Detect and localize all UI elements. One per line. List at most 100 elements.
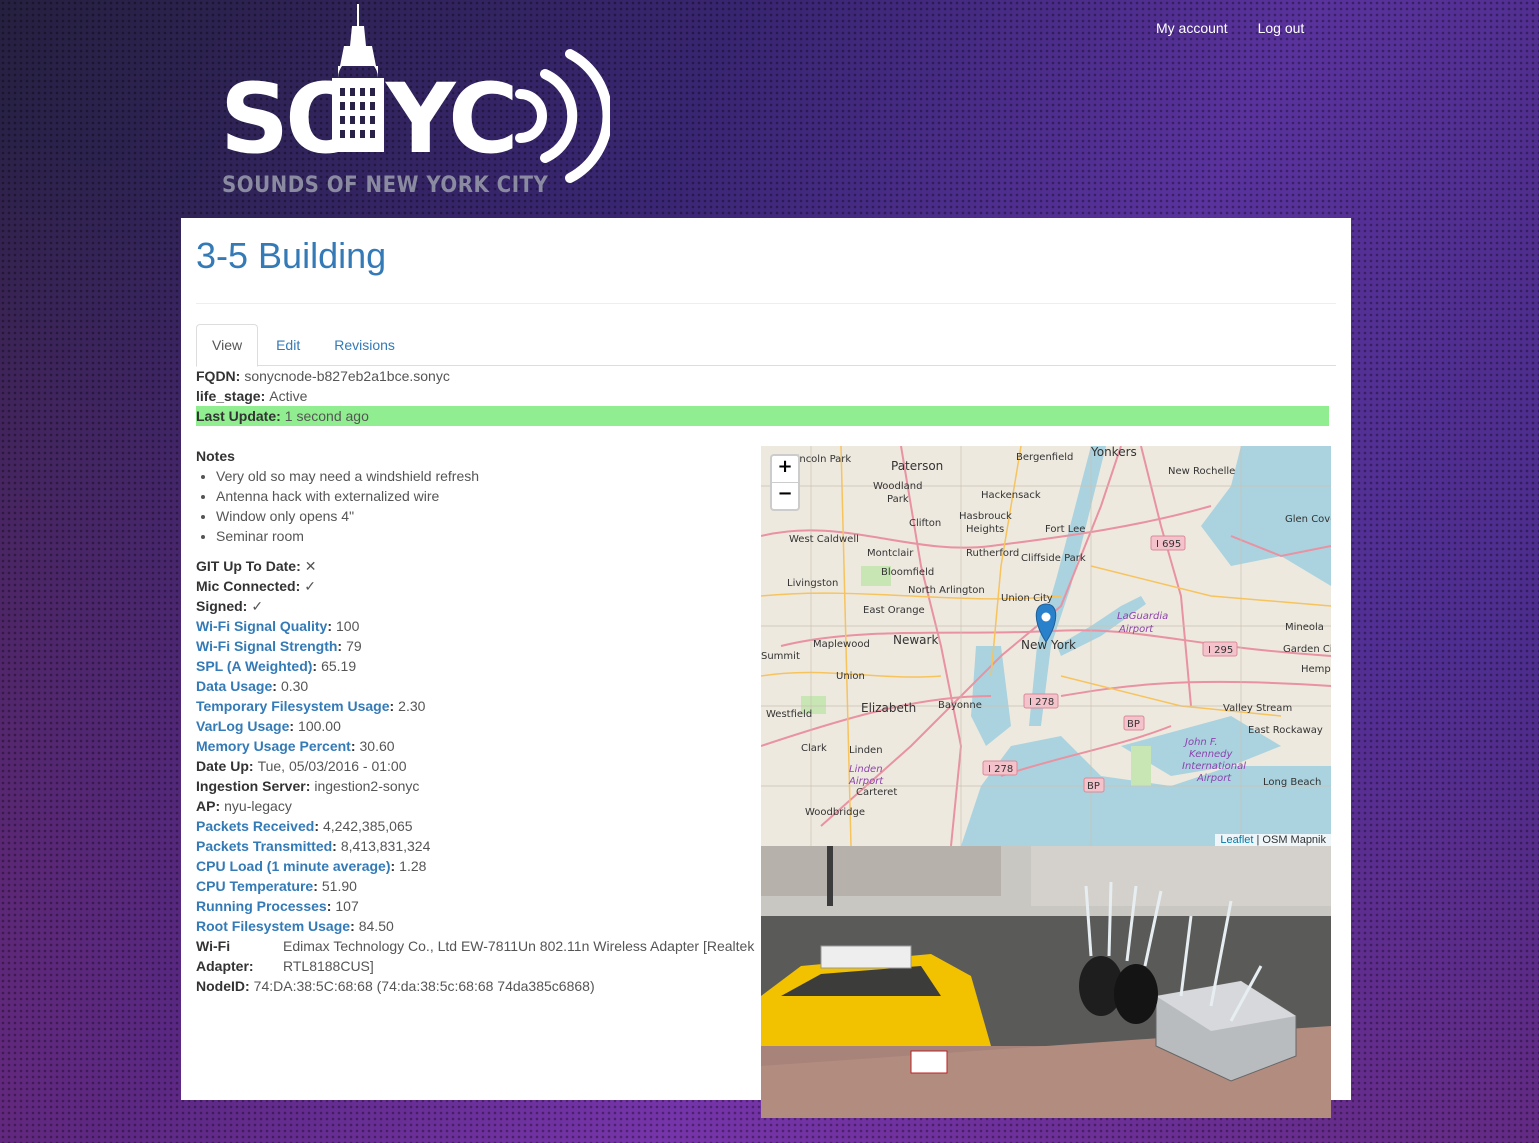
root-fs-link[interactable]: Root Filesystem Usage <box>196 918 350 934</box>
tab-revisions[interactable]: Revisions <box>318 324 411 366</box>
mic-label: Mic Connected: <box>196 578 301 594</box>
varlog-field: VarLog Usage: 100.00 <box>196 718 341 734</box>
cpu-load-link[interactable]: CPU Load (1 minute average) <box>196 858 391 874</box>
date-up-label: Date Up: <box>196 758 254 774</box>
tmpfs-link[interactable]: Temporary Filesystem Usage <box>196 698 390 714</box>
svg-text:Bloomfield: Bloomfield <box>881 567 934 578</box>
location-map[interactable]: + − Lincoln Park Paterson Bergenfield Yo… <box>761 446 1331 846</box>
svg-text:East Rockaway: East Rockaway <box>1248 725 1323 736</box>
wifi-quality-value: 100 <box>336 618 360 634</box>
node-details: Notes Very old so may need a windshield … <box>196 446 766 1121</box>
svg-text:Hempstead: Hempstead <box>1301 664 1331 675</box>
svg-text:Woodbridge: Woodbridge <box>805 807 865 818</box>
signed-field: Signed: ✓ <box>196 596 766 616</box>
signed-label: Signed: <box>196 598 248 614</box>
processes-link[interactable]: Running Processes <box>196 898 327 914</box>
packets-tx-value: 8,413,831,324 <box>340 838 431 854</box>
life-stage-value: Active <box>269 388 308 404</box>
life-stage-field: life_stage: Active <box>196 386 1336 406</box>
date-up-value: Tue, 05/03/2016 - 01:00 <box>257 758 407 774</box>
processes-value: 107 <box>335 898 359 914</box>
svg-text:Cliffside Park: Cliffside Park <box>1021 553 1086 564</box>
memory-value: 30.60 <box>359 738 395 754</box>
cpu-load-field: CPU Load (1 minute average): 1.28 <box>196 858 427 874</box>
svg-text:LaGuardia: LaGuardia <box>1117 611 1168 622</box>
fqdn-value: sonycnode-b827eb2a1bce.sonyc <box>244 368 450 384</box>
spl-value: 65.19 <box>321 658 357 674</box>
memory-link[interactable]: Memory Usage Percent <box>196 738 351 754</box>
cpu-temp-value: 51.90 <box>321 878 357 894</box>
fqdn-field: FQDN: sonycnode-b827eb2a1bce.sonyc <box>196 366 1336 386</box>
marker-label: New York <box>1021 638 1076 652</box>
svg-text:Fort Lee: Fort Lee <box>1045 524 1085 535</box>
ap-field: AP: nyu-legacy <box>196 796 766 816</box>
note-item: Seminar room <box>216 526 766 546</box>
svg-text:Woodland: Woodland <box>873 481 922 492</box>
data-usage-link[interactable]: Data Usage <box>196 678 272 694</box>
packets-tx-link[interactable]: Packets Transmitted <box>196 838 332 854</box>
attribution-text: | OSM Mapnik <box>1253 834 1327 846</box>
svg-text:Westfield: Westfield <box>766 709 812 720</box>
tmpfs-field: Temporary Filesystem Usage: 2.30 <box>196 698 426 714</box>
svg-text:Hasbrouck: Hasbrouck <box>959 511 1012 522</box>
svg-text:Union: Union <box>836 671 865 682</box>
check-icon: ✓ <box>304 578 316 594</box>
svg-text:SOUNDS OF NEW YORK CITY: SOUNDS OF NEW YORK CITY <box>222 173 549 198</box>
my-account-link[interactable]: My account <box>1156 20 1228 36</box>
wifi-strength-link[interactable]: Wi-Fi Signal Strength <box>196 638 337 654</box>
svg-text:Carteret: Carteret <box>856 787 897 798</box>
note-item: Antenna hack with externalized wire <box>216 486 766 506</box>
life-stage-label: life_stage: <box>196 388 266 404</box>
sonyc-logo[interactable]: SO YC SOUNDS OF NEW YORK CITY <box>220 4 610 200</box>
note-item: Very old so may need a windshield refres… <box>216 466 766 486</box>
processes-field: Running Processes: 107 <box>196 898 359 914</box>
leaflet-link[interactable]: Leaflet <box>1220 834 1253 846</box>
varlog-link[interactable]: VarLog Usage <box>196 718 289 734</box>
packets-rx-field: Packets Received: 4,242,385,065 <box>196 818 413 834</box>
cpu-load-value: 1.28 <box>399 858 427 874</box>
tab-edit[interactable]: Edit <box>260 324 316 366</box>
svg-text:I 695: I 695 <box>1156 539 1181 550</box>
git-label: GIT Up To Date: <box>196 558 301 574</box>
data-usage-value: 0.30 <box>280 678 309 694</box>
zoom-out-button[interactable]: − <box>772 483 798 509</box>
svg-text:Yonkers: Yonkers <box>1090 446 1137 459</box>
svg-text:BP: BP <box>1127 719 1140 730</box>
node-id-field: NodeID: 74:DA:38:5C:68:68 (74:da:38:5c:68… <box>196 976 766 996</box>
svg-text:Airport: Airport <box>1196 773 1232 784</box>
zoom-in-button[interactable]: + <box>772 456 798 483</box>
data-usage-field: Data Usage: 0.30 <box>196 678 309 694</box>
check-icon: ✓ <box>251 598 264 614</box>
svg-text:Summit: Summit <box>761 651 800 662</box>
svg-text:Lincoln Park: Lincoln Park <box>791 454 851 465</box>
cross-icon: ✕ <box>304 558 317 574</box>
svg-text:Bergenfield: Bergenfield <box>1016 452 1073 463</box>
wifi-quality-link[interactable]: Wi-Fi Signal Quality <box>196 618 327 634</box>
svg-text:Maplewood: Maplewood <box>813 639 870 650</box>
svg-text:North Arlington: North Arlington <box>908 585 985 596</box>
wifi-adapter-value: Edimax Technology Co., Ltd EW-7811Un 802… <box>283 938 755 974</box>
log-out-link[interactable]: Log out <box>1258 20 1305 36</box>
node-photo <box>761 846 1331 1118</box>
tabs: View Edit Revisions <box>196 324 1336 367</box>
spl-link[interactable]: SPL (A Weighted) <box>196 658 312 674</box>
svg-text:Garden City: Garden City <box>1283 644 1331 655</box>
svg-text:West Caldwell: West Caldwell <box>789 534 859 545</box>
top-nav: My account Log out <box>1156 20 1304 36</box>
root-fs-value: 84.50 <box>358 918 394 934</box>
mic-field: Mic Connected: ✓ <box>196 576 766 596</box>
svg-text:Linden: Linden <box>849 745 883 756</box>
last-update-field: Last Update: 1 second ago <box>196 406 1329 426</box>
svg-text:Linden: Linden <box>849 764 883 775</box>
memory-field: Memory Usage Percent: 30.60 <box>196 738 395 754</box>
svg-text:East Orange: East Orange <box>863 605 925 616</box>
packets-rx-value: 4,242,385,065 <box>322 818 413 834</box>
last-update-label: Last Update: <box>196 408 281 424</box>
svg-text:YC: YC <box>385 63 515 175</box>
packets-rx-link[interactable]: Packets Received <box>196 818 314 834</box>
cpu-temp-link[interactable]: CPU Temperature <box>196 878 313 894</box>
tab-view[interactable]: View <box>196 324 259 367</box>
cpu-temp-field: CPU Temperature: 51.90 <box>196 878 357 894</box>
svg-text:Long Beach: Long Beach <box>1263 777 1321 788</box>
varlog-value: 100.00 <box>298 718 341 734</box>
